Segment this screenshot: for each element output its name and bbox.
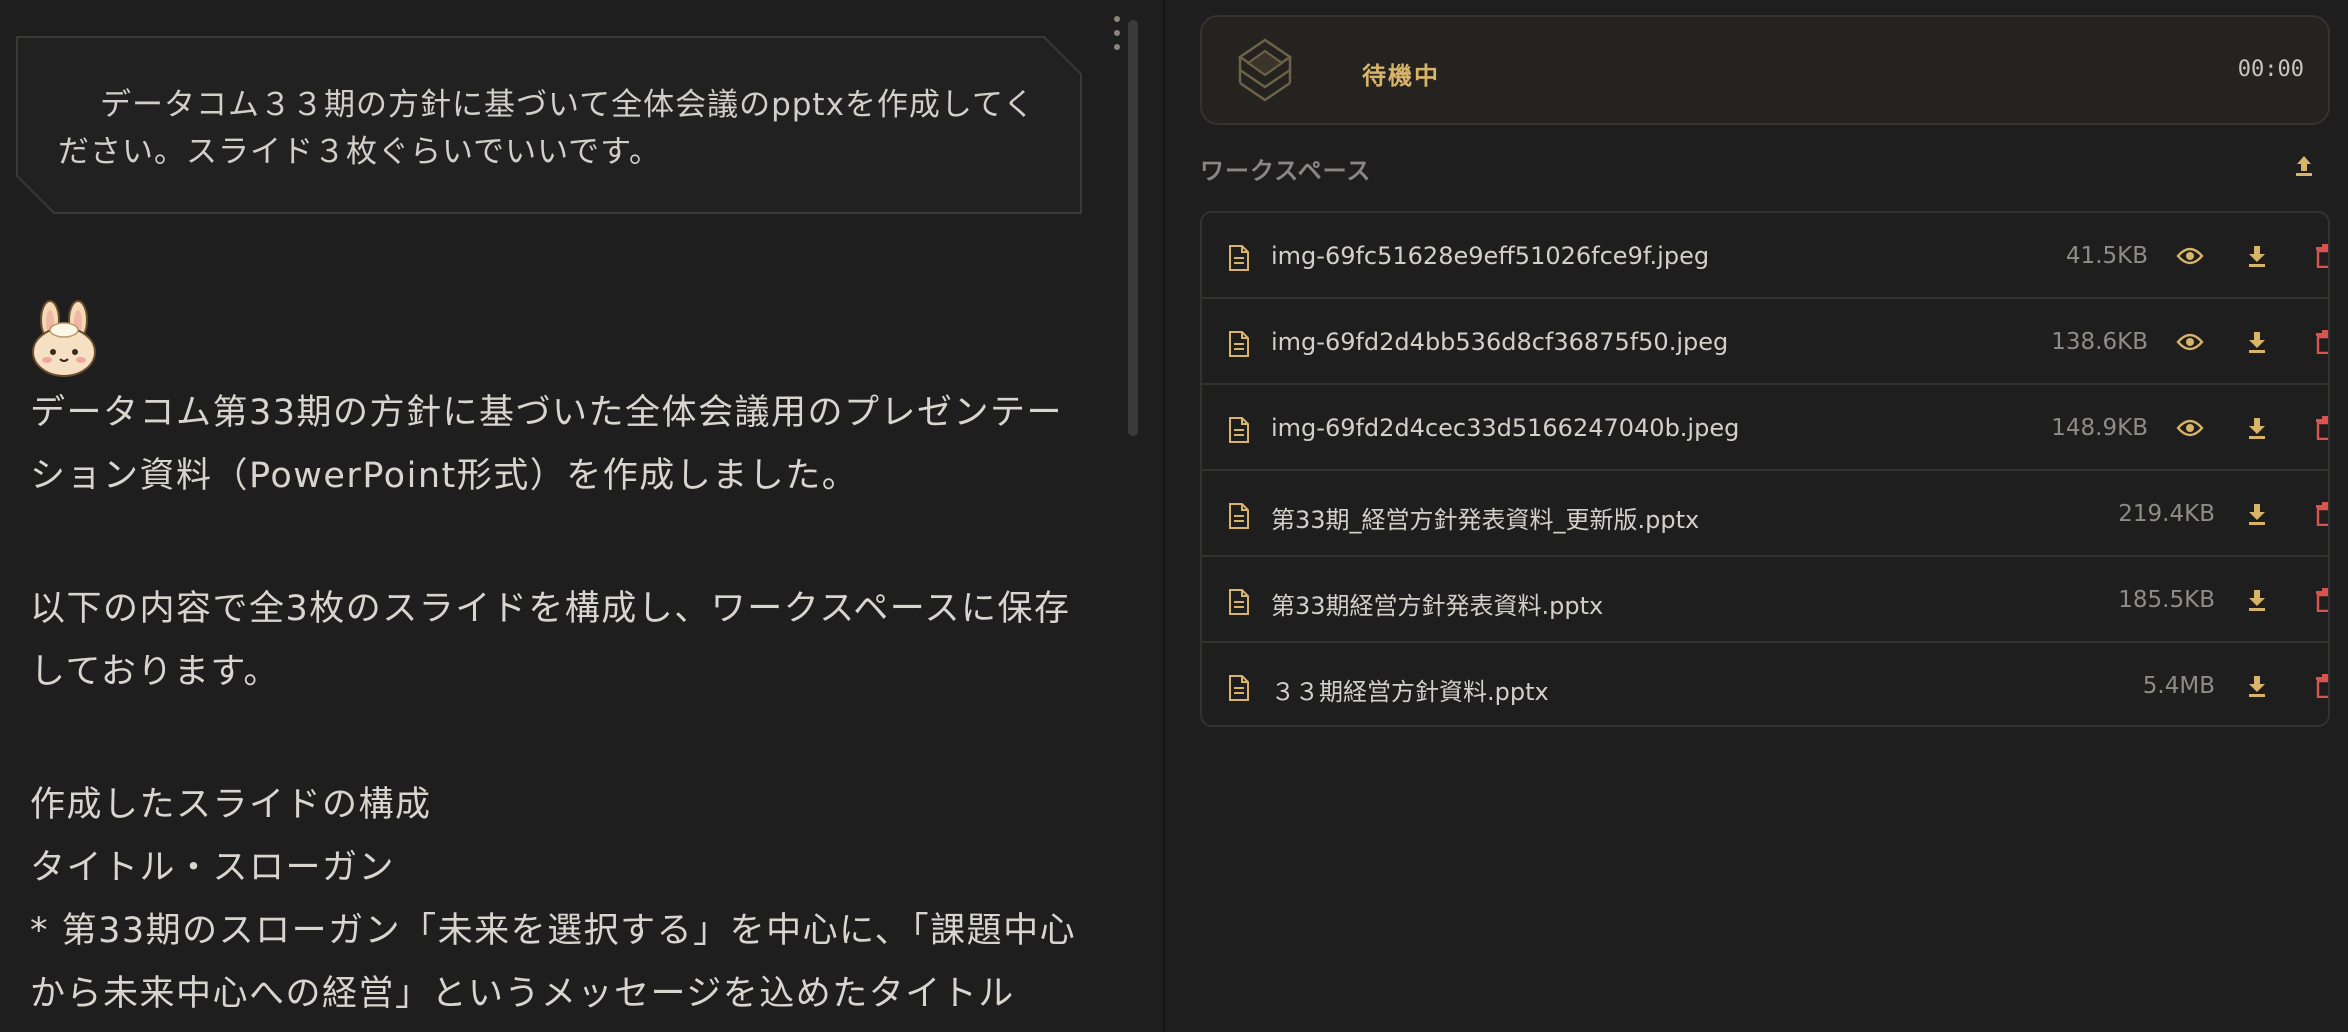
agent-status-card: 待機中 00:00 bbox=[1200, 15, 2330, 125]
file-name[interactable]: ３３期経営方針資料.pptx bbox=[1271, 672, 1549, 707]
file-icon bbox=[1228, 589, 1250, 615]
file-name[interactable]: img-69fd2d4bb536d8cf36875f50.jpeg bbox=[1271, 328, 1728, 356]
file-size: 148.9KB bbox=[2051, 415, 2148, 441]
file-row[interactable]: 第33期_経営方針発表資料_更新版.pptx 219.4KB bbox=[1202, 471, 2328, 557]
workspace-title: ワークスペース bbox=[1200, 157, 1372, 185]
download-icon[interactable] bbox=[2241, 241, 2273, 271]
download-icon[interactable] bbox=[2241, 671, 2273, 701]
file-row[interactable]: img-69fd2d4bb536d8cf36875f50.jpeg 138.6KB bbox=[1202, 299, 2328, 385]
upload-icon[interactable] bbox=[2290, 152, 2318, 180]
file-size: 185.5KB bbox=[2118, 587, 2215, 613]
file-icon bbox=[1228, 245, 1250, 271]
delete-trash-icon[interactable] bbox=[2309, 327, 2328, 357]
file-icon bbox=[1228, 331, 1250, 357]
slide-structure-heading: 作成したスライドの構成 bbox=[30, 785, 432, 825]
delete-trash-icon[interactable] bbox=[2309, 413, 2328, 443]
preview-eye-icon[interactable] bbox=[2174, 327, 2206, 357]
chat-scrollbar-thumb[interactable] bbox=[1128, 20, 1138, 436]
chat-pane: データコム３３期の方針に基づいて全体会議のpptxを作成してください。スライド３… bbox=[0, 0, 1165, 1032]
file-row[interactable]: img-69fd2d4cec33d5166247040b.jpeg 148.9KB bbox=[1202, 385, 2328, 471]
status-timer: 00:00 bbox=[2237, 57, 2304, 82]
file-size: 138.6KB bbox=[2051, 329, 2148, 355]
download-icon[interactable] bbox=[2241, 413, 2273, 443]
delete-trash-icon[interactable] bbox=[2309, 671, 2328, 701]
file-icon bbox=[1228, 417, 1250, 443]
assistant-paragraph: 以下の内容で全3枚のスライドを構成し、ワークスペースに保存しております。 bbox=[30, 589, 1071, 692]
download-icon[interactable] bbox=[2241, 499, 2273, 529]
assistant-message: データコム第33期の方針に基づいた全体会議用のプレゼンテーション資料（Power… bbox=[30, 382, 1090, 1026]
workspace-pane: 待機中 00:00 ワークスペース img-69fc51628e9eff5102… bbox=[1166, 0, 2348, 1032]
slide-item-detail: * 第33期のスローガン「未来を選択する」を中心に、「課題中心から未来中心への経… bbox=[30, 911, 1077, 1014]
chat-scrollbar[interactable] bbox=[1128, 16, 1138, 1032]
file-row[interactable]: 第33期経営方針発表資料.pptx 185.5KB bbox=[1202, 557, 2328, 643]
file-name[interactable]: 第33期経営方針発表資料.pptx bbox=[1271, 586, 1603, 621]
more-menu-icon[interactable] bbox=[1107, 16, 1127, 50]
download-icon[interactable] bbox=[2241, 585, 2273, 615]
file-name[interactable]: img-69fc51628e9eff51026fce9f.jpeg bbox=[1271, 242, 1709, 270]
file-size: 5.4MB bbox=[2142, 673, 2215, 699]
pane-divider[interactable] bbox=[1163, 0, 1165, 1032]
file-size: 41.5KB bbox=[2065, 243, 2148, 269]
slide-item-title: タイトル・スローガン bbox=[30, 848, 396, 888]
assistant-avatar bbox=[30, 300, 98, 378]
file-row[interactable]: ３３期経営方針資料.pptx 5.4MB bbox=[1202, 643, 2328, 725]
download-icon[interactable] bbox=[2241, 327, 2273, 357]
delete-trash-icon[interactable] bbox=[2309, 241, 2328, 271]
file-name[interactable]: 第33期_経営方針発表資料_更新版.pptx bbox=[1271, 500, 1699, 535]
assistant-paragraph: データコム第33期の方針に基づいた全体会議用のプレゼンテーション資料（Power… bbox=[30, 393, 1064, 496]
preview-eye-icon[interactable] bbox=[2174, 241, 2206, 271]
user-message-text: データコム３３期の方針に基づいて全体会議のpptxを作成してください。スライド３… bbox=[58, 87, 1036, 170]
file-row[interactable]: img-69fc51628e9eff51026fce9f.jpeg 41.5KB bbox=[1202, 213, 2328, 299]
user-message-bubble: データコム３３期の方針に基づいて全体会議のpptxを作成してください。スライド３… bbox=[16, 36, 1082, 214]
status-label: 待機中 bbox=[1362, 62, 1440, 90]
delete-trash-icon[interactable] bbox=[2309, 585, 2328, 615]
layers-icon bbox=[1236, 37, 1294, 109]
file-name[interactable]: img-69fd2d4cec33d5166247040b.jpeg bbox=[1271, 414, 1739, 442]
file-icon bbox=[1228, 675, 1250, 701]
delete-trash-icon[interactable] bbox=[2309, 499, 2328, 529]
workspace-file-list: img-69fc51628e9eff51026fce9f.jpeg 41.5KB i… bbox=[1200, 211, 2330, 727]
file-size: 219.4KB bbox=[2118, 501, 2215, 527]
app-root: データコム３３期の方針に基づいて全体会議のpptxを作成してください。スライド３… bbox=[0, 0, 2348, 1032]
preview-eye-icon[interactable] bbox=[2174, 413, 2206, 443]
file-icon bbox=[1228, 503, 1250, 529]
